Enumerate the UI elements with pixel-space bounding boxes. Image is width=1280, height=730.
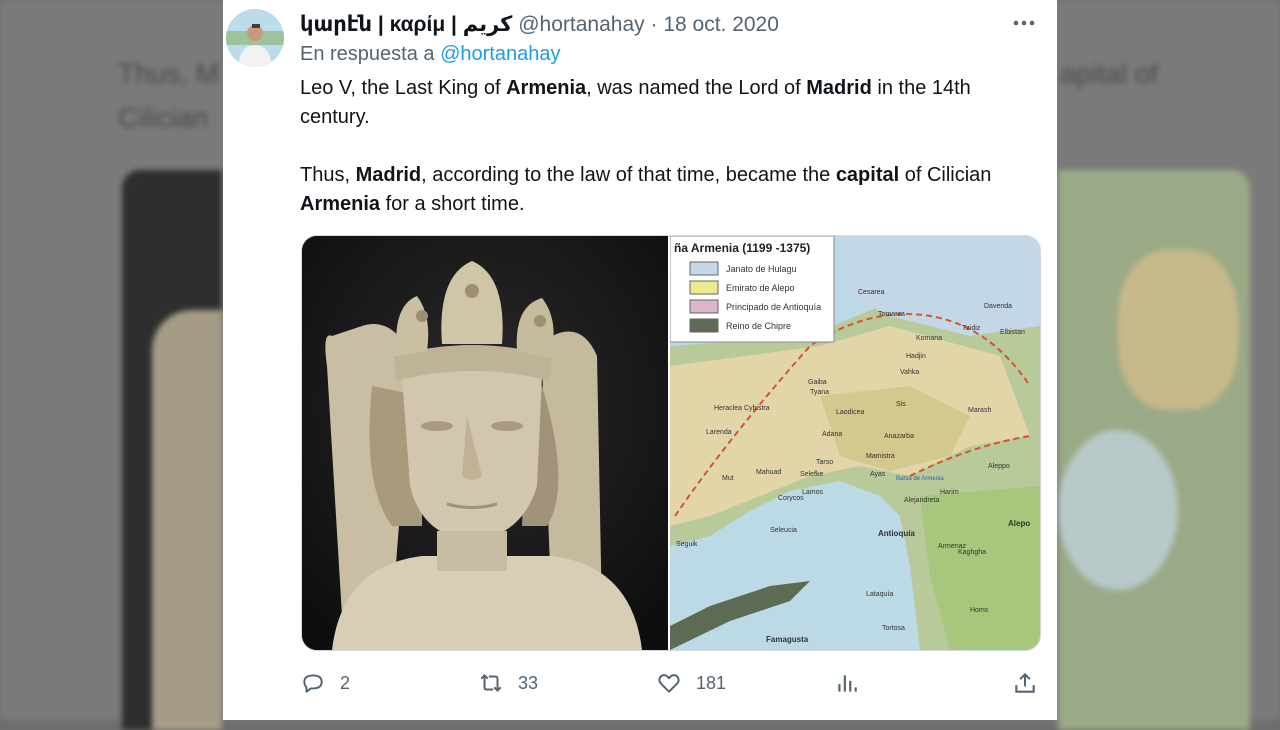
legend-swatch <box>689 299 719 314</box>
heart-icon <box>658 674 680 693</box>
reply-icon <box>303 674 323 693</box>
display-name[interactable]: կարէն | καρίμ | كريم <box>300 13 512 36</box>
map-place-label: Laodicea <box>836 409 865 416</box>
paragraph2-segment: , according to the law of that time, bec… <box>421 164 836 186</box>
paragraph1-segment: Armenia <box>506 77 587 99</box>
paragraph2-segment: capital <box>835 164 900 186</box>
cilician-armenia-map[interactable]: ña Armenia (1199 -1375) Janato de Hulagu… <box>669 236 1040 650</box>
map-place-label: Marash <box>968 407 991 414</box>
tweet-paragraph-1: Leo V, the Last King of Armenia, was nam… <box>300 74 1040 132</box>
like-button[interactable]: 181 <box>656 670 726 696</box>
paragraph1-segment: Leo V, the Last King of <box>300 77 507 99</box>
legend-swatch <box>689 318 719 333</box>
map-place-label: Komana <box>916 335 942 342</box>
paragraph1-segment: , was named the Lord of <box>586 77 807 99</box>
map-place-label: Lamos <box>802 489 824 496</box>
legend-swatch <box>689 261 719 276</box>
background-text-line2: Cilician <box>118 102 209 133</box>
map-place-label: Cesarea <box>858 289 885 296</box>
paragraph1-segment: Madrid <box>806 77 872 99</box>
map-place-label: Vahka <box>900 369 919 376</box>
map-place-label: Famagusta <box>766 635 809 644</box>
background-text-right: apital of <box>1060 58 1159 89</box>
analytics-button[interactable] <box>834 670 860 696</box>
background-image-left <box>122 170 222 730</box>
share-icon <box>1015 672 1035 693</box>
reply-prefix: En respuesta a <box>300 43 441 65</box>
map-place-label: Lataquía <box>866 591 893 598</box>
background-text-line1: Thus, M <box>118 58 220 89</box>
tweet-date[interactable]: 18 oct. 2020 <box>663 13 779 36</box>
tweet-actions: 2 33 181 <box>300 670 1040 700</box>
legend-swatch <box>689 280 719 295</box>
retweet-count: 33 <box>518 672 539 693</box>
map-place-label: Mut <box>722 475 734 482</box>
map-sea-label: Bahía de Armenia <box>896 476 944 482</box>
map-place-label: Seguik <box>676 541 698 548</box>
paragraph2-segment: Madrid <box>355 164 422 186</box>
map-place-label: Tomarza <box>878 311 905 318</box>
map-place-label: Tortosa <box>882 625 905 632</box>
legend-label: Janato de Hulagu <box>726 264 797 274</box>
legend-label: Reino de Chipre <box>726 321 791 331</box>
map-place-label: Mahuad <box>756 469 781 476</box>
map-place-label: Tyana <box>810 389 829 396</box>
map-place-label: Ayas <box>870 471 886 478</box>
legend-label: Principado de Antioquía <box>726 302 821 312</box>
legend-label: Emirato de Alepo <box>726 283 795 293</box>
map-place-label: Tzidiz <box>962 325 981 332</box>
map-place-label: Antioquía <box>878 529 915 538</box>
paragraph2-segment: of Cilician <box>899 164 992 186</box>
tweet-header: կարէն | καρίμ | كريم @hortanahay · 18 oc… <box>300 12 779 37</box>
map-place-label: Tarso <box>816 459 833 466</box>
share-button[interactable] <box>1012 670 1038 696</box>
separator-dot: · <box>650 13 658 36</box>
paragraph2-segment: Thus, <box>300 164 356 186</box>
map-place-label: Adana <box>822 431 842 438</box>
like-count: 181 <box>696 672 727 693</box>
map-place-label: Aleppo <box>988 463 1010 470</box>
map-place-label: Elbistan <box>1000 329 1025 336</box>
map-place-label: Davenda <box>984 303 1012 310</box>
map-place-label: Sis <box>896 401 906 408</box>
avatar[interactable] <box>226 9 284 67</box>
tweet-text: Leo V, the Last King of Armenia, was nam… <box>300 74 1040 248</box>
map-place-label: Kaghgha <box>958 549 986 556</box>
map-title: ña Armenia (1199 -1375) <box>674 241 810 255</box>
map-place-label: Alepo <box>1008 519 1030 528</box>
map-place-label: Seleucia <box>770 527 797 534</box>
tweet-media[interactable]: ña Armenia (1199 -1375) Janato de Hulagu… <box>301 235 1041 651</box>
reply-button[interactable]: 2 <box>300 670 350 696</box>
map-place-label: Hadjin <box>906 353 926 360</box>
map-place-label: Corycos <box>778 495 804 502</box>
avatar-photo <box>226 9 284 67</box>
map-place-label: Mamistra <box>866 453 895 460</box>
map-place-label: Gaiba <box>808 379 827 386</box>
paragraph2-segment: Armenia <box>300 193 381 215</box>
leo-v-bust-photo[interactable] <box>302 236 668 650</box>
analytics-icon <box>838 675 857 692</box>
more-options-icon[interactable] <box>1011 10 1037 42</box>
map-place-label: Alejandreta <box>904 497 940 504</box>
tweet-paragraph-2: Thus, Madrid, according to the law of th… <box>300 161 1040 219</box>
map-place-label: Homs <box>970 607 989 614</box>
retweet-button[interactable]: 33 <box>478 670 538 696</box>
map-place-label: Harim <box>940 489 959 496</box>
user-handle[interactable]: @hortanahay <box>518 13 644 36</box>
reply-handle-link[interactable]: @hortanahay <box>440 43 560 65</box>
retweet-icon <box>480 674 502 692</box>
reply-context: En respuesta a @hortanahay <box>300 43 560 66</box>
map-place-label: Heraclea Cybistra <box>714 405 770 412</box>
map-place-label: Anazarba <box>884 433 914 440</box>
map-place-label: Selefke <box>800 471 823 478</box>
background-image-right <box>1058 170 1250 730</box>
reply-count: 2 <box>340 672 351 693</box>
paragraph2-segment: for a short time. <box>380 193 525 215</box>
tweet-card: կարէն | καρίμ | كريم @hortanahay · 18 oc… <box>223 0 1057 720</box>
map-place-label: Larenda <box>706 429 732 436</box>
